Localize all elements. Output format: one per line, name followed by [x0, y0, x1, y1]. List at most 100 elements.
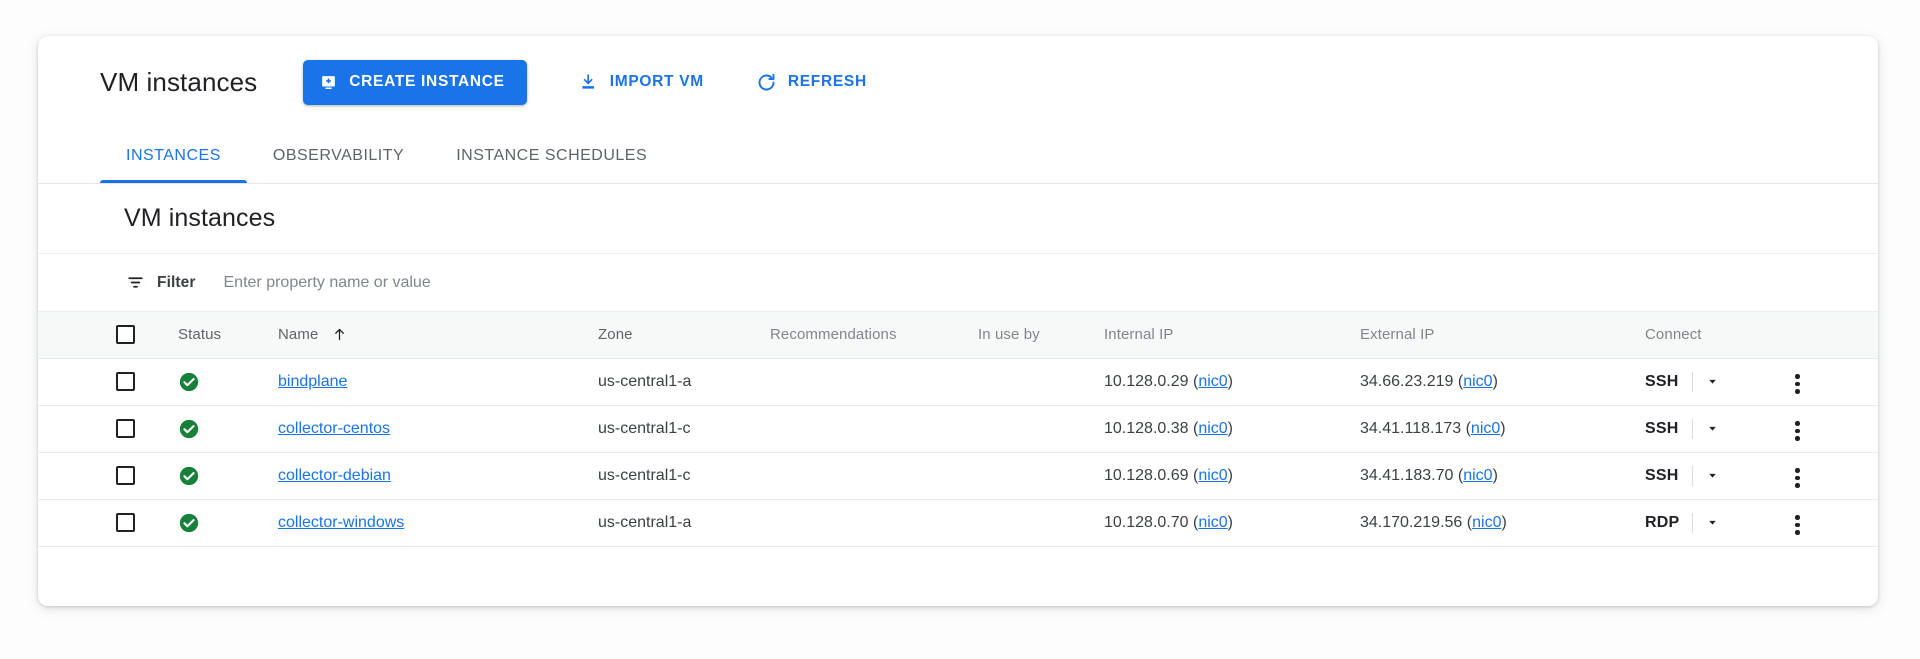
caret-down-icon[interactable]: [1706, 516, 1719, 529]
table-row[interactable]: collector-centos us-central1-c 10.128.0.38…: [38, 405, 1878, 452]
row-status-cell: [178, 358, 278, 405]
external-ip-paren-open: (: [1462, 513, 1473, 531]
row-checkbox-cell: [38, 358, 178, 405]
section-header: VM instances: [38, 184, 1878, 254]
row-connect-cell: RDP: [1645, 499, 1795, 546]
row-actions-cell: [1795, 499, 1878, 546]
instance-name-link[interactable]: collector-centos: [278, 420, 390, 437]
more-vert-icon[interactable]: [1795, 417, 1800, 445]
instance-name-link[interactable]: collector-windows: [278, 514, 404, 531]
row-internal-ip-cell: 10.128.0.70 (nic0): [1104, 499, 1360, 546]
connect-button[interactable]: RDP: [1645, 512, 1694, 533]
internal-nic-link[interactable]: nic0: [1198, 514, 1227, 531]
caret-down-icon[interactable]: [1706, 469, 1719, 482]
green-check-circle-icon: [178, 418, 200, 440]
row-status-cell: [178, 452, 278, 499]
external-nic-link[interactable]: nic0: [1463, 373, 1492, 390]
download-icon: [579, 72, 599, 92]
table-row[interactable]: collector-debian us-central1-c 10.128.0.69…: [38, 452, 1878, 499]
import-vm-button[interactable]: IMPORT VM: [579, 62, 704, 102]
tab-bar: INSTANCES OBSERVABILITY INSTANCE SCHEDUL…: [38, 128, 1878, 184]
row-internal-ip-cell: 10.128.0.38 (nic0): [1104, 405, 1360, 452]
checkbox-unchecked-icon[interactable]: [116, 325, 135, 345]
caret-down-icon[interactable]: [1706, 422, 1719, 435]
tab-instances[interactable]: INSTANCES: [100, 128, 247, 183]
column-header-recommendations-label: Recommendations: [770, 326, 897, 344]
column-header-external-ip[interactable]: External IP: [1360, 312, 1645, 359]
checkbox-unchecked-icon[interactable]: [116, 372, 135, 391]
connect-button[interactable]: SSH: [1645, 371, 1693, 392]
tab-instance-schedules[interactable]: INSTANCE SCHEDULES: [430, 128, 673, 183]
internal-nic-link[interactable]: nic0: [1198, 467, 1227, 484]
add-instance-icon: [319, 73, 338, 92]
tab-observability[interactable]: OBSERVABILITY: [247, 128, 430, 183]
column-header-external-ip-label: External IP: [1360, 326, 1435, 344]
instance-name-link[interactable]: collector-debian: [278, 467, 391, 484]
external-ip-value: 34.41.183.70: [1360, 466, 1454, 484]
instance-name-link[interactable]: bindplane: [278, 373, 347, 390]
checkbox-unchecked-icon[interactable]: [116, 466, 135, 485]
row-external-ip-cell: 34.66.23.219 (nic0): [1360, 358, 1645, 405]
column-header-name-label: Name: [278, 326, 319, 344]
import-vm-label: IMPORT VM: [609, 73, 704, 90]
row-recommendations-cell: [770, 358, 978, 405]
column-header-in-use-by[interactable]: In use by: [978, 312, 1104, 359]
connect-button[interactable]: SSH: [1645, 418, 1693, 439]
caret-down-icon[interactable]: [1706, 375, 1719, 388]
filter-input[interactable]: [221, 272, 826, 293]
row-recommendations-cell: [770, 452, 978, 499]
more-vert-icon[interactable]: [1795, 370, 1800, 398]
internal-ip-paren-close: ): [1227, 419, 1233, 437]
column-header-recommendations[interactable]: Recommendations: [770, 312, 978, 359]
row-checkbox-cell: [38, 405, 178, 452]
internal-nic-link[interactable]: nic0: [1198, 373, 1227, 390]
row-connect-cell: SSH: [1645, 452, 1795, 499]
connect-button[interactable]: SSH: [1645, 465, 1693, 486]
column-header-status[interactable]: Status: [178, 312, 278, 359]
refresh-label: REFRESH: [787, 73, 867, 90]
table-row[interactable]: collector-windows us-central1-a 10.128.0.7…: [38, 499, 1878, 546]
internal-ip-paren-open: (: [1188, 419, 1199, 437]
create-instance-label: CREATE INSTANCE: [349, 73, 505, 90]
page-toolbar: VM instances CREATE INSTANCE IMPORT VM R…: [38, 36, 1878, 128]
row-in-use-by-cell: [978, 499, 1104, 546]
row-zone-cell: us-central1-a: [598, 513, 692, 531]
filter-icon[interactable]: [126, 273, 145, 292]
external-nic-link[interactable]: nic0: [1472, 514, 1501, 531]
checkbox-unchecked-icon[interactable]: [116, 513, 135, 532]
create-instance-button[interactable]: CREATE INSTANCE: [303, 59, 527, 105]
table-body: bindplane us-central1-a 10.128.0.29 (nic0)…: [38, 358, 1878, 546]
row-actions-cell: [1795, 452, 1878, 499]
table-header-row: Status Name Zone Recommendations In use …: [38, 312, 1878, 359]
column-header-name[interactable]: Name: [278, 312, 598, 359]
filter-label: Filter: [157, 273, 196, 291]
external-nic-link[interactable]: nic0: [1463, 467, 1492, 484]
row-external-ip-cell: 34.170.219.56 (nic0): [1360, 499, 1645, 546]
internal-ip-value: 10.128.0.69: [1104, 466, 1189, 484]
external-nic-link[interactable]: nic0: [1471, 420, 1500, 437]
more-vert-icon[interactable]: [1795, 464, 1800, 492]
row-name-cell: collector-centos: [278, 405, 598, 452]
page-title: VM instances: [100, 66, 258, 97]
sort-ascending-arrow-icon[interactable]: [332, 327, 347, 342]
row-internal-ip-cell: 10.128.0.29 (nic0): [1104, 358, 1360, 405]
more-vert-icon[interactable]: [1795, 511, 1800, 539]
filter-bar: Filter: [38, 254, 1878, 312]
row-actions-cell: [1795, 358, 1878, 405]
column-header-status-label: Status: [178, 326, 222, 344]
checkbox-unchecked-icon[interactable]: [116, 419, 135, 438]
table-header: Status Name Zone Recommendations In use …: [38, 312, 1878, 359]
internal-nic-link[interactable]: nic0: [1198, 420, 1227, 437]
external-ip-paren-close: ): [1492, 466, 1498, 484]
row-zone-cell: us-central1-a: [598, 372, 692, 390]
refresh-icon: [756, 72, 777, 93]
external-ip-paren-close: ): [1500, 419, 1506, 437]
column-header-internal-ip[interactable]: Internal IP: [1104, 312, 1360, 359]
internal-ip-paren-open: (: [1188, 466, 1199, 484]
internal-ip-paren-close: ): [1227, 372, 1233, 390]
internal-ip-paren-open: (: [1188, 372, 1199, 390]
row-checkbox-cell: [38, 452, 178, 499]
refresh-button[interactable]: REFRESH: [756, 62, 867, 102]
table-row[interactable]: bindplane us-central1-a 10.128.0.29 (nic0)…: [38, 358, 1878, 405]
column-header-zone[interactable]: Zone: [598, 312, 770, 359]
